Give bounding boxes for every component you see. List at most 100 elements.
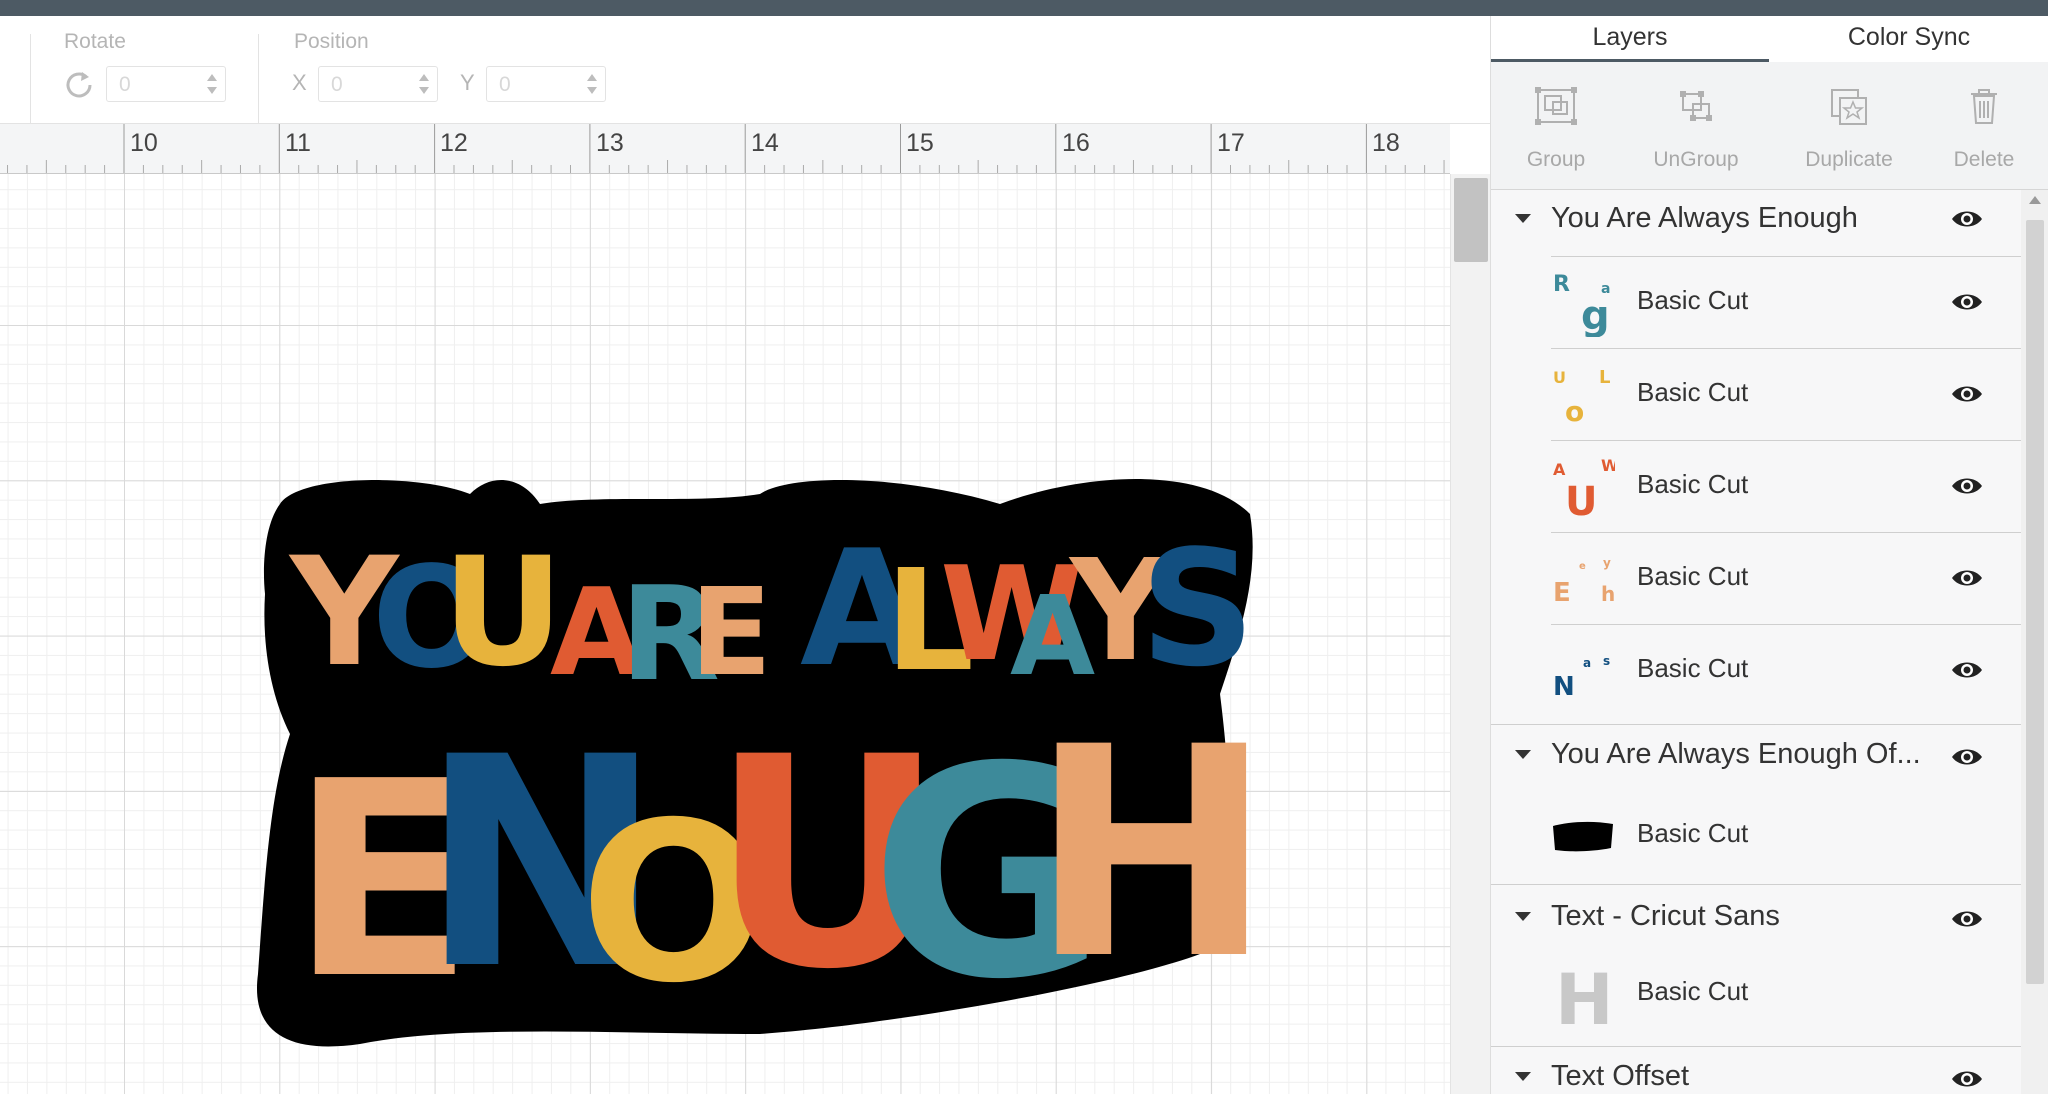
- svg-text:a: a: [1583, 656, 1591, 670]
- visibility-eye-icon[interactable]: [1951, 291, 1983, 313]
- layer-name: Basic Cut: [1637, 561, 1749, 591]
- ungroup-button[interactable]: UnGroup: [1631, 62, 1761, 190]
- stepper-arrows-icon[interactable]: [585, 72, 599, 96]
- svg-text:g: g: [1581, 293, 1610, 337]
- collapse-caret-icon[interactable]: [1515, 750, 1531, 759]
- svg-text:h: h: [1601, 582, 1615, 606]
- visibility-eye-icon[interactable]: [1951, 208, 1983, 230]
- collapse-caret-icon[interactable]: [1515, 912, 1531, 921]
- ungroup-label: UnGroup: [1653, 148, 1739, 171]
- visibility-eye-icon[interactable]: [1951, 567, 1983, 589]
- ruler-label: 12: [440, 129, 468, 157]
- collapse-caret-icon[interactable]: [1515, 1072, 1531, 1081]
- layer-thumbnail: U L o: [1553, 367, 1610, 428]
- visibility-eye-icon[interactable]: [1951, 475, 1983, 497]
- visibility-eye-icon[interactable]: [1951, 659, 1983, 681]
- layer-name: Basic Cut: [1637, 469, 1749, 499]
- sticker-design[interactable]: Y O U A R E A L W A Y S E N O U G H: [0, 174, 1450, 1094]
- toolbar-divider: [258, 34, 259, 124]
- layer-group-header[interactable]: Text Offset: [1491, 1048, 2021, 1094]
- svg-text:y: y: [1603, 556, 1611, 570]
- ruler-label: 16: [1062, 129, 1090, 157]
- layer-item[interactable]: Basic Cut: [1551, 790, 2021, 882]
- svg-text:R: R: [1553, 272, 1570, 297]
- layers-list: You Are Always Enough R g a Basic Cut U …: [1491, 190, 2021, 1094]
- svg-text:U: U: [1565, 479, 1597, 521]
- layer-thumbnail: H: [1555, 960, 1614, 1028]
- svg-text:o: o: [1565, 395, 1584, 428]
- layer-item[interactable]: E e y h Basic Cut: [1551, 532, 2021, 624]
- ruler-label: 18: [1372, 129, 1400, 157]
- svg-text:N: N: [1553, 672, 1575, 702]
- ungroup-icon: [1680, 91, 1712, 121]
- design-canvas[interactable]: Y O U A R E A L W A Y S E N O U G H: [0, 174, 1450, 1094]
- group-separator: [1491, 884, 2021, 885]
- layer-group-header[interactable]: Text - Cricut Sans: [1491, 888, 2021, 948]
- group-button[interactable]: Group: [1491, 62, 1621, 190]
- stepper-arrows-icon[interactable]: [205, 72, 219, 96]
- x-value: 0: [331, 73, 343, 96]
- letter-E: E: [690, 564, 772, 703]
- collapse-caret-icon[interactable]: [1515, 214, 1531, 223]
- delete-label: Delete: [1953, 148, 2015, 171]
- layer-item[interactable]: N a s Basic Cut: [1551, 624, 2021, 716]
- layer-name: Basic Cut: [1637, 818, 1749, 848]
- app-top-bar: [0, 0, 2048, 16]
- rotate-value: 0: [119, 73, 131, 96]
- layer-item[interactable]: A U W Basic Cut: [1551, 440, 2021, 532]
- canvas-vertical-scrollbar[interactable]: [1450, 174, 1490, 1094]
- layer-group-title: Text Offset: [1551, 1060, 1690, 1092]
- toolbar-divider: [30, 34, 31, 124]
- position-x-input[interactable]: 0: [318, 66, 438, 102]
- letter-U: U: [442, 526, 564, 700]
- layer-actions: Group UnGroup Duplicate Delete: [1491, 62, 2048, 190]
- layer-group-header[interactable]: You Are Always Enough Of...: [1491, 726, 2021, 786]
- layer-group-title: You Are Always Enough Of...: [1551, 738, 1921, 770]
- layer-name: Basic Cut: [1637, 653, 1749, 683]
- visibility-eye-icon[interactable]: [1951, 908, 1983, 930]
- ruler-label: 15: [906, 129, 934, 157]
- visibility-eye-icon[interactable]: [1951, 746, 1983, 768]
- layer-name: Basic Cut: [1637, 377, 1749, 407]
- y-value: 0: [499, 73, 511, 96]
- rotate-label: Rotate: [64, 30, 126, 53]
- ruler-label: 10: [130, 129, 158, 157]
- letter-S: S: [1140, 515, 1255, 702]
- tab-layers[interactable]: Layers: [1491, 16, 1769, 62]
- rotate-icon[interactable]: [62, 68, 96, 102]
- layer-item[interactable]: R g a Basic Cut: [1551, 256, 2021, 348]
- layers-scroll-thumb[interactable]: [2026, 220, 2044, 984]
- layer-thumbnail: [1553, 821, 1613, 852]
- rotate-input[interactable]: 0: [106, 66, 226, 102]
- duplicate-label: Duplicate: [1805, 148, 1893, 171]
- svg-text:W: W: [1601, 456, 1615, 475]
- scroll-up-arrow-icon[interactable]: [2029, 196, 2041, 204]
- position-y-input[interactable]: 0: [486, 66, 606, 102]
- layers-panel: Layers Color Sync Group UnGroup Duplicat…: [1490, 16, 2048, 1094]
- svg-text:e: e: [1579, 561, 1586, 572]
- svg-text:s: s: [1603, 654, 1610, 668]
- letter-H: H: [1030, 686, 1273, 1023]
- visibility-eye-icon[interactable]: [1951, 383, 1983, 405]
- group-separator: [1491, 1046, 2021, 1047]
- ruler-label: 13: [596, 129, 624, 157]
- stepper-arrows-icon[interactable]: [417, 72, 431, 96]
- layer-group-header[interactable]: You Are Always Enough: [1491, 190, 2021, 250]
- canvas-scroll-thumb[interactable]: [1454, 178, 1488, 262]
- panel-tabs: Layers Color Sync: [1491, 16, 2048, 62]
- layer-thumbnail: N a s: [1553, 654, 1610, 702]
- svg-text:A: A: [1553, 460, 1566, 479]
- layer-item[interactable]: U L o Basic Cut: [1551, 348, 2021, 440]
- ruler-label: 17: [1217, 129, 1245, 157]
- visibility-eye-icon[interactable]: [1951, 1068, 1983, 1090]
- edit-toolbar: Rotate 0 Position X 0 Y 0: [0, 16, 1490, 124]
- duplicate-button[interactable]: Duplicate: [1784, 62, 1914, 190]
- layer-thumbnail: A U W: [1553, 456, 1615, 521]
- delete-button[interactable]: Delete: [1919, 62, 2048, 190]
- tab-color-sync[interactable]: Color Sync: [1769, 16, 2048, 62]
- layer-item[interactable]: H Basic Cut: [1551, 948, 2021, 1040]
- group-label: Group: [1526, 148, 1586, 171]
- layers-scrollbar[interactable]: [2021, 190, 2048, 1094]
- svg-text:H: H: [1555, 960, 1614, 1028]
- horizontal-ruler: 10 11 12 13 14 15 16 17 18: [0, 124, 1450, 174]
